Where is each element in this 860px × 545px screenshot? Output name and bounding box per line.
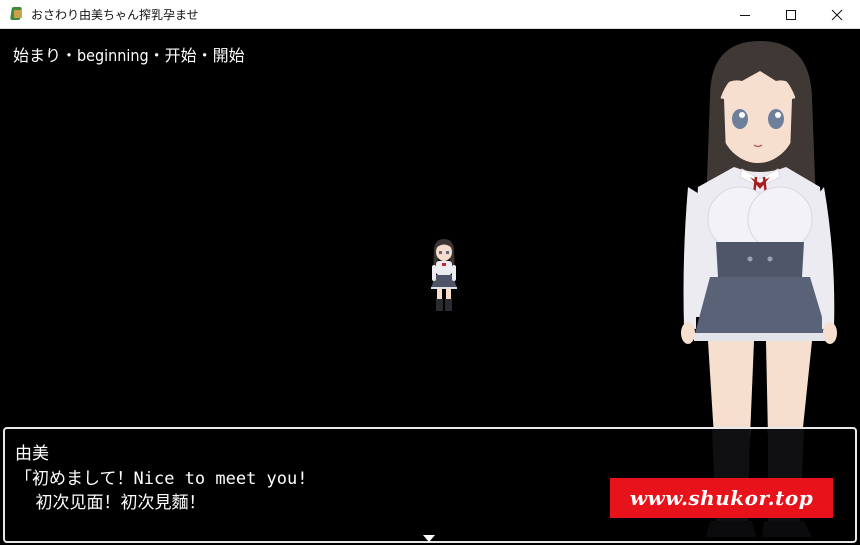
minimize-icon bbox=[740, 14, 750, 16]
maximize-icon bbox=[786, 9, 796, 20]
close-button[interactable] bbox=[814, 0, 860, 29]
window-title: おさわり由美ちゃん搾乳孕ませ bbox=[31, 7, 199, 22]
title-bar[interactable]: おさわり由美ちゃん搾乳孕ませ bbox=[0, 0, 860, 29]
maximize-button[interactable] bbox=[768, 0, 814, 29]
app-icon bbox=[9, 6, 25, 22]
message-line-1: 「初めまして！Nice to meet you! bbox=[15, 469, 308, 489]
down-triangle-icon[interactable] bbox=[423, 535, 435, 542]
map-name-label: 始まり・beginning・开始・開始 bbox=[13, 46, 245, 65]
minimize-button[interactable] bbox=[722, 0, 768, 29]
speaker-name: 由美 bbox=[15, 444, 49, 464]
message-line-2: 初次见面！初次見麵！ bbox=[15, 493, 206, 513]
player-sprite bbox=[431, 239, 457, 311]
watermark-badge: www.shukor.top bbox=[610, 478, 833, 518]
window-controls bbox=[722, 0, 860, 29]
close-icon bbox=[831, 9, 843, 20]
game-window: おさわり由美ちゃん搾乳孕ませ 始まり・beginning・开始・開始 由美 「初… bbox=[0, 0, 860, 545]
game-canvas[interactable]: 始まり・beginning・开始・開始 由美 「初めまして！Nice to me… bbox=[0, 29, 860, 545]
watermark-text: www.shukor.top bbox=[629, 486, 814, 510]
